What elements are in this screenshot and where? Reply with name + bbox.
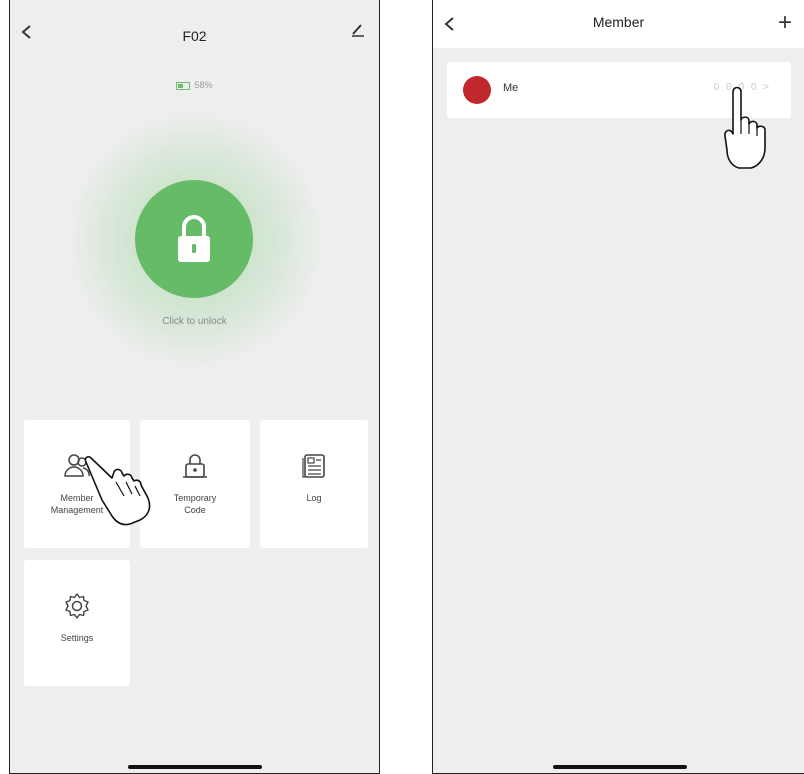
member-name: Me	[503, 82, 519, 94]
unlock-label: Click to unlock	[162, 316, 227, 327]
home-indicator	[128, 765, 262, 769]
gear-icon	[65, 593, 89, 619]
pointing-hand-icon	[84, 455, 151, 526]
add-member-button[interactable]: +	[766, 11, 792, 38]
home-indicator	[553, 765, 687, 769]
tile-settings[interactable]: Settings	[24, 560, 130, 686]
member-list-screen: Member + Me 0 0 0 0 >	[432, 0, 804, 774]
battery-percent: 58%	[194, 80, 213, 90]
pointing-hand-icon	[724, 86, 766, 169]
page-title: Member	[592, 14, 645, 30]
lock-icon	[178, 215, 210, 262]
tile-log[interactable]: Log	[260, 420, 368, 548]
battery-icon	[176, 81, 191, 90]
unlock-button[interactable]	[135, 180, 253, 298]
edit-icon[interactable]	[341, 20, 367, 46]
tile-label-line1: Settings	[60, 633, 94, 643]
temporary-code-lock-icon	[183, 454, 207, 478]
tile-label-line1: Log	[306, 493, 322, 503]
page-title: F02	[182, 28, 207, 44]
battery-status: 58%	[10, 80, 379, 90]
top-bar: Member +	[433, 0, 804, 48]
avatar	[463, 76, 491, 104]
top-bar: F02	[10, 0, 379, 48]
log-icon	[302, 454, 325, 478]
device-screen-lock-detail: F02 58% Click to unlock Member Managemen…	[9, 0, 380, 774]
